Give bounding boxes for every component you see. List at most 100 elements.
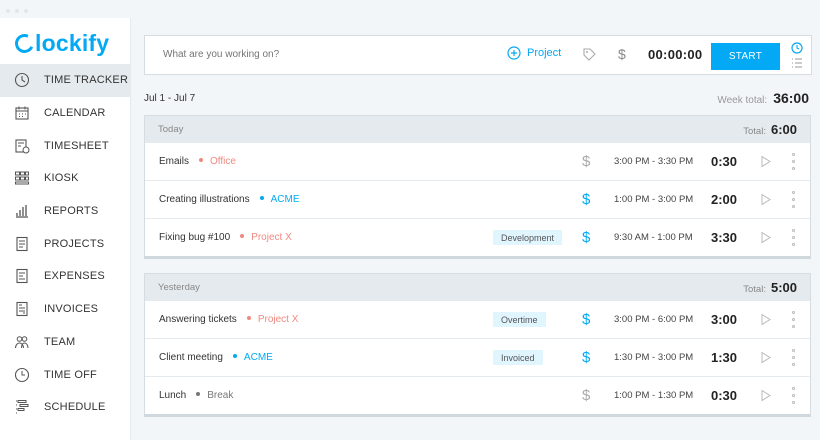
sidebar-item-reports[interactable]: REPORTS xyxy=(0,195,131,228)
time-entry-row: Emails Office $3:00 PM - 3:30 PM 0:30 xyxy=(145,142,810,180)
entry-project[interactable]: Break xyxy=(196,390,233,401)
time-entry-row: Creating illustrations ACME $1:00 PM - 3:0… xyxy=(145,180,810,218)
sidebar-item-label: EXPENSES xyxy=(44,270,105,283)
sidebar-item-label: TIME OFF xyxy=(44,368,97,381)
billable-dollar-icon[interactable]: $ xyxy=(582,229,590,246)
entry-tag-badge[interactable]: Invoiced xyxy=(493,350,543,365)
play-icon[interactable] xyxy=(760,313,772,326)
entry-duration[interactable]: 0:30 xyxy=(711,388,737,403)
more-options-icon[interactable] xyxy=(791,191,795,208)
billable-dollar-icon[interactable]: $ xyxy=(582,191,590,208)
sidebar-item-schedule[interactable]: SCHEDULE xyxy=(0,391,131,424)
mode-switch[interactable] xyxy=(789,42,805,70)
entry-description[interactable]: Emails xyxy=(159,156,189,167)
more-options-icon[interactable] xyxy=(791,153,795,170)
sidebar-item-label: INVOICES xyxy=(44,303,99,316)
time-entry-row: Client meeting ACME Invoiced $1:30 PM - 3:0… xyxy=(145,338,810,376)
sidebar: lockify TIME TRACKER CALENDAR TIMESHEET KIO… xyxy=(0,18,131,440)
start-button[interactable]: START xyxy=(711,43,780,70)
clockify-logo[interactable]: lockify xyxy=(12,30,110,57)
billable-dollar-icon[interactable]: $ xyxy=(582,153,590,170)
timer-mode-icon[interactable] xyxy=(791,42,803,54)
sidebar-item-timesheet[interactable]: TIMESHEET xyxy=(0,129,131,162)
entry-description[interactable]: Answering tickets xyxy=(159,314,237,325)
day-total: Total: 5:00 xyxy=(743,280,797,295)
sidebar-item-time-tracker[interactable]: TIME TRACKER xyxy=(0,64,131,97)
entry-description[interactable]: Fixing bug #100 xyxy=(159,232,230,243)
sidebar-item-label: SCHEDULE xyxy=(44,401,106,414)
entry-description[interactable]: Creating illustrations xyxy=(159,194,250,205)
entry-time-range[interactable]: 9:30 AM - 1:00 PM xyxy=(614,232,693,243)
day-total-value: 6:00 xyxy=(770,121,797,137)
day-total-label: Total: xyxy=(743,283,766,295)
tag-icon[interactable] xyxy=(582,47,597,62)
entry-time-range[interactable]: 3:00 PM - 6:00 PM xyxy=(614,314,693,325)
entry-description[interactable]: Lunch xyxy=(159,390,186,401)
main-content: Project $ 00:00:00 START Jul 1 - Jul 7 W… xyxy=(131,18,820,440)
play-icon[interactable] xyxy=(760,193,772,206)
entry-duration[interactable]: 3:30 xyxy=(711,230,737,245)
entry-duration[interactable]: 3:00 xyxy=(711,312,737,327)
more-options-icon[interactable] xyxy=(791,349,795,366)
plus-circle-icon xyxy=(507,46,521,60)
day-group-header: Yesterday Total: 5:00 xyxy=(145,274,810,300)
add-project-button[interactable]: Project xyxy=(507,46,561,60)
logo-text: lockify xyxy=(35,30,110,56)
sidebar-item-projects[interactable]: PROJECTS xyxy=(0,227,131,260)
sidebar-item-label: PROJECTS xyxy=(44,237,105,250)
time-entry-row: Fixing bug #100 Project X Development $9:30… xyxy=(145,218,810,256)
billable-dollar-icon[interactable]: $ xyxy=(582,387,590,404)
entry-duration[interactable]: 2:00 xyxy=(711,192,737,207)
sidebar-item-expenses[interactable]: EXPENSES xyxy=(0,260,131,293)
sidebar-item-kiosk[interactable]: KIOSK xyxy=(0,162,131,195)
entry-tag-badge[interactable]: Development xyxy=(493,230,563,245)
kiosk-icon xyxy=(14,170,30,186)
sidebar-item-calendar[interactable]: CALENDAR xyxy=(0,97,131,130)
manual-mode-icon[interactable] xyxy=(791,58,803,68)
play-icon[interactable] xyxy=(760,231,772,244)
entry-time-range[interactable]: 1:30 PM - 3:00 PM xyxy=(614,352,693,363)
day-group-header: Today Total: 6:00 xyxy=(145,116,810,142)
entry-duration[interactable]: 0:30 xyxy=(711,154,737,169)
timer-bar: Project $ 00:00:00 START xyxy=(144,35,812,75)
week-total-label: Week total: xyxy=(717,95,768,106)
time-entry-row: Answering tickets Project X Overtime $3:00 … xyxy=(145,300,810,338)
reports-icon xyxy=(14,203,30,219)
more-options-icon[interactable] xyxy=(791,229,795,246)
project-label: Project xyxy=(527,47,562,59)
entry-time-range[interactable]: 1:00 PM - 1:30 PM xyxy=(614,390,693,401)
clock-icon xyxy=(14,72,30,88)
entry-tag-badge[interactable]: Overtime xyxy=(493,312,546,327)
entry-project[interactable]: Office xyxy=(199,156,236,167)
play-icon[interactable] xyxy=(760,351,772,364)
entry-project[interactable]: Project X xyxy=(247,314,299,325)
play-icon[interactable] xyxy=(760,155,772,168)
entry-duration[interactable]: 1:30 xyxy=(711,350,737,365)
entry-project[interactable]: ACME xyxy=(260,194,300,205)
sidebar-item-invoices[interactable]: INVOICES xyxy=(0,293,131,326)
play-icon[interactable] xyxy=(760,389,772,402)
entry-project[interactable]: Project X xyxy=(240,232,292,243)
billable-dollar-icon[interactable]: $ xyxy=(618,46,626,62)
projects-icon xyxy=(14,236,30,252)
sidebar-item-team[interactable]: TEAM xyxy=(0,326,131,359)
entry-time-range[interactable]: 3:00 PM - 3:30 PM xyxy=(614,156,693,167)
billable-dollar-icon[interactable]: $ xyxy=(582,349,590,366)
week-total-value: 36:00 xyxy=(773,90,809,106)
day-label: Today xyxy=(158,123,184,135)
more-options-icon[interactable] xyxy=(791,311,795,328)
more-options-icon[interactable] xyxy=(791,387,795,404)
sidebar-item-time-off[interactable]: TIME OFF xyxy=(0,358,131,391)
entry-time-range[interactable]: 1:00 PM - 3:00 PM xyxy=(614,194,693,205)
time-off-icon xyxy=(14,367,30,383)
day-total: Total: 6:00 xyxy=(743,122,797,137)
calendar-icon xyxy=(14,105,30,121)
day-group-yesterday: Yesterday Total: 5:00 Answering tickets Proj… xyxy=(144,273,811,417)
entry-description[interactable]: Client meeting xyxy=(159,352,223,363)
sidebar-item-label: CALENDAR xyxy=(44,107,106,120)
entry-project[interactable]: ACME xyxy=(233,352,273,363)
billable-dollar-icon[interactable]: $ xyxy=(582,311,590,328)
description-input[interactable] xyxy=(163,49,483,60)
sidebar-item-label: KIOSK xyxy=(44,172,79,185)
invoices-icon xyxy=(14,301,30,317)
